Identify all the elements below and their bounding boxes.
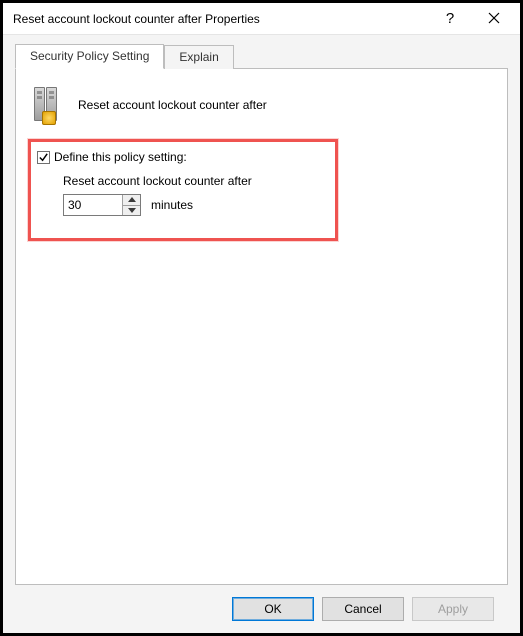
define-policy-group: Define this policy setting: Reset accoun…	[28, 139, 338, 241]
apply-button[interactable]: Apply	[412, 597, 494, 621]
spinner-down-button[interactable]	[123, 206, 140, 216]
window-title: Reset account lockout counter after Prop…	[13, 12, 428, 26]
policy-value-label: Reset account lockout counter after	[63, 174, 325, 188]
check-icon	[38, 152, 49, 163]
policy-header: Reset account lockout counter after	[28, 81, 495, 139]
dialog-button-row: OK Cancel Apply	[15, 585, 508, 633]
close-button[interactable]	[472, 4, 516, 34]
help-icon: ?	[446, 10, 454, 27]
define-policy-label: Define this policy setting:	[54, 150, 187, 164]
help-button[interactable]: ?	[428, 4, 472, 34]
title-bar: Reset account lockout counter after Prop…	[3, 3, 520, 35]
spinner-row: minutes	[63, 194, 325, 216]
define-policy-checkbox[interactable]	[37, 151, 50, 164]
dialog-window: Reset account lockout counter after Prop…	[0, 0, 523, 636]
minutes-spinner	[63, 194, 141, 216]
client-area: Security Policy Setting Explain Reset ac…	[3, 35, 520, 633]
chevron-up-icon	[128, 197, 136, 202]
tab-strip: Security Policy Setting Explain	[15, 43, 508, 68]
ok-button[interactable]: OK	[232, 597, 314, 621]
chevron-down-icon	[128, 208, 136, 213]
policy-name-label: Reset account lockout counter after	[78, 98, 267, 112]
tab-panel: Reset account lockout counter after Defi…	[15, 68, 508, 585]
minutes-input[interactable]	[64, 195, 122, 215]
policy-icon	[32, 85, 64, 125]
close-icon	[488, 11, 500, 27]
tab-security-policy-setting[interactable]: Security Policy Setting	[15, 44, 164, 69]
tab-explain[interactable]: Explain	[164, 45, 233, 69]
policy-value-group: Reset account lockout counter after	[63, 174, 325, 216]
spinner-up-button[interactable]	[123, 195, 140, 206]
cancel-button[interactable]: Cancel	[322, 597, 404, 621]
define-policy-row: Define this policy setting:	[37, 150, 325, 164]
spinner-buttons	[122, 195, 140, 215]
units-label: minutes	[151, 198, 193, 212]
